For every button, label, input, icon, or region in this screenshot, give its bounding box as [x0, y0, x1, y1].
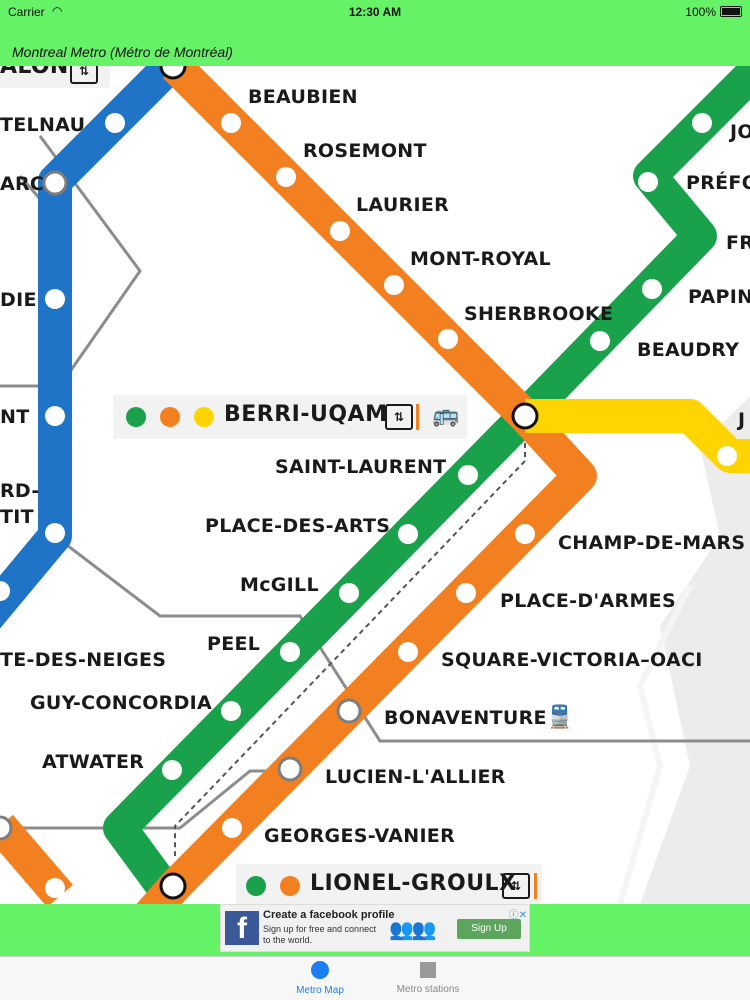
nav-bar: Montreal Metro (Métro de Montréal)	[0, 24, 750, 66]
station-sherbrooke[interactable]: SHERBROOKE	[464, 303, 613, 325]
station-acadie[interactable]: DIE	[0, 289, 37, 311]
station-outremont[interactable]: NT	[0, 406, 29, 428]
station-bonaventure[interactable]: BONAVENTURE	[384, 707, 547, 729]
ad-signup-button[interactable]: Sign Up	[457, 919, 521, 939]
station-edouard-montpetit-line1[interactable]: RD-	[0, 480, 40, 502]
ad-subtitle: Sign up for free and connect to the worl…	[263, 924, 377, 945]
station-saint-laurent[interactable]: SAINT-LAURENT	[275, 456, 446, 478]
station-frontenac[interactable]: FR	[726, 232, 750, 254]
tab-metro-stations[interactable]: Metro stations	[373, 957, 483, 1000]
tab-metro-map[interactable]: Metro Map	[265, 957, 375, 1000]
station-lucien-l-allier[interactable]: LUCIEN-L'ALLIER	[325, 766, 506, 788]
tab-bar: Metro Map Metro stations	[0, 956, 750, 1000]
station-georges-vanier[interactable]: GEORGES-VANIER	[264, 825, 455, 847]
station-berri-uqam[interactable]: BERRI-UQAM	[224, 402, 387, 427]
station-place-d-armes[interactable]: PLACE-D'ARMES	[500, 590, 676, 612]
accent-bar	[534, 873, 537, 899]
page-title: Montreal Metro (Métro de Montréal)	[12, 44, 233, 60]
ad-banner[interactable]: f Create a facebook profile Sign up for …	[220, 904, 530, 952]
station-beaudry[interactable]: BEAUDRY	[637, 339, 739, 361]
station-mont-royal[interactable]: MONT-ROYAL	[410, 248, 551, 270]
yellow-line-dot	[194, 407, 214, 427]
clock: 12:30 AM	[348, 5, 402, 19]
station-square-victoria[interactable]: SQUARE-VICTORIA–OACI	[441, 649, 703, 671]
orange-line-dot	[160, 407, 180, 427]
station-peel[interactable]: PEEL	[207, 633, 260, 655]
tab-label: Metro Map	[296, 985, 344, 996]
people-icon: 👥👥	[389, 919, 437, 941]
station-mcgill[interactable]: McGILL	[240, 574, 319, 596]
station-prefontaine[interactable]: PRÉFO	[686, 172, 750, 194]
station-de-castelnau[interactable]: TELNAU	[0, 114, 85, 136]
station-cote-des-neiges[interactable]: TE-DES-NEIGES	[0, 649, 166, 671]
station-guy-concordia[interactable]: GUY-CONCORDIA	[30, 692, 212, 714]
station-papineau[interactable]: PAPIN	[688, 286, 750, 308]
green-line-dot	[246, 876, 266, 896]
facebook-icon: f	[225, 911, 259, 945]
status-bar: Carrier ◠ 12:30 AM 100%	[0, 0, 750, 24]
map-tab-icon	[311, 961, 329, 979]
elevator-icon: ⇅	[502, 873, 530, 899]
elevator-icon: ⇅	[70, 66, 98, 84]
ad-info-icon[interactable]: ⓘ✕	[509, 906, 527, 921]
station-beaubien[interactable]: BEAUBIEN	[248, 86, 358, 108]
station-parc[interactable]: ARC	[0, 173, 44, 195]
station-lionel-groulx[interactable]: LIONEL-GROULX	[310, 871, 517, 896]
station-champ-de-mars[interactable]: CHAMP-DE-MARS	[558, 532, 745, 554]
station-rosemont[interactable]: ROSEMONT	[303, 140, 427, 162]
tab-label: Metro stations	[396, 984, 460, 995]
station-atwater[interactable]: ATWATER	[42, 751, 144, 773]
green-line-dot	[126, 407, 146, 427]
stations-tab-icon	[420, 962, 436, 978]
bus-icon: 🚌	[432, 402, 460, 427]
orange-line-dot	[280, 876, 300, 896]
accent-bar	[416, 404, 419, 430]
battery-icon	[720, 6, 742, 17]
battery-percent: 100%	[685, 5, 716, 19]
elevator-icon: ⇅	[385, 404, 413, 430]
station-jean-talon[interactable]: ALON	[0, 66, 69, 79]
station-place-des-arts[interactable]: PLACE-DES-ARTS	[205, 515, 390, 537]
ad-title: Create a facebook profile	[263, 909, 395, 921]
train-icon: 🚆	[546, 704, 574, 729]
station-joliette[interactable]: JO	[730, 121, 750, 143]
station-laurier[interactable]: LAURIER	[356, 194, 449, 216]
metro-map[interactable]: ALON ⇅ BEAUBIEN ROSEMONT LAURIER MONT-RO…	[0, 66, 750, 904]
station-jean-drapeau[interactable]: J	[738, 409, 745, 431]
station-edouard-montpetit-line2[interactable]: TIT	[0, 506, 34, 528]
